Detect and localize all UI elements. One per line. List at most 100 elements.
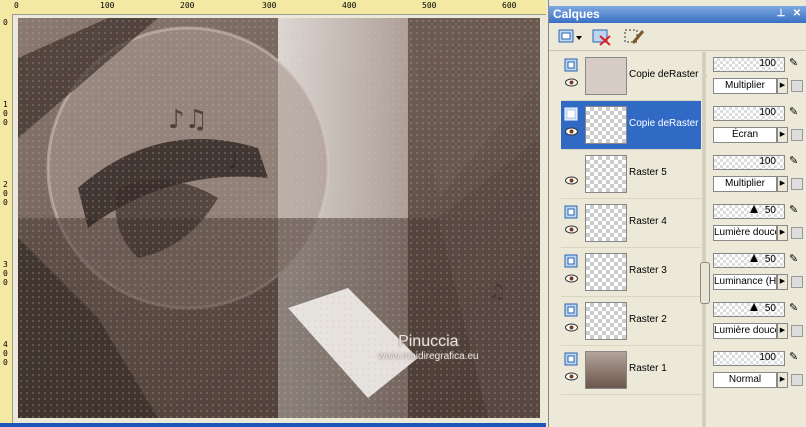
splitter-handle[interactable] [700, 262, 710, 304]
new-layer-button[interactable] [557, 27, 582, 47]
eye-icon[interactable] [565, 127, 578, 136]
ruler-left-label: 100 [3, 100, 8, 127]
pencil-icon[interactable]: ✎ [789, 56, 801, 72]
ruler-top-label: 200 [180, 1, 195, 10]
layer-props-row: 50 Luminance (H) ▶ ✎ [711, 248, 806, 296]
blend-mode-select[interactable]: Lumière douce [713, 225, 777, 241]
layer-name: Raster 5 [629, 167, 667, 178]
layer-name: Raster 2 [629, 314, 667, 325]
layer-thumbnail [585, 57, 627, 95]
layer-name: Raster 4 [629, 216, 667, 227]
blend-mode-select[interactable]: Luminance (H) [713, 274, 777, 290]
layer-thumbnail [585, 204, 627, 242]
opacity-slider[interactable]: 50 [713, 302, 785, 317]
layer-props-row: 100 Écran ▶ ✎ [711, 101, 806, 149]
watermark: Pinuccia www.maidiregrafica.eu [378, 333, 479, 362]
raster-layer-icon [564, 107, 578, 121]
panel-title-bar[interactable]: Calques ⊥ ✕ [549, 6, 806, 23]
opacity-slider[interactable]: 50 [713, 253, 785, 268]
pencil-icon[interactable]: ✎ [789, 154, 801, 170]
opacity-slider[interactable]: 100 [713, 351, 785, 366]
opacity-slider[interactable]: 100 [713, 106, 785, 121]
delete-layer-icon [592, 29, 611, 46]
blend-dropdown-arrow[interactable]: ▶ [777, 176, 788, 192]
pencil-icon[interactable]: ✎ [789, 105, 801, 121]
blend-dropdown-arrow[interactable]: ▶ [777, 78, 788, 94]
lock-icon[interactable] [791, 129, 803, 141]
layer-name: Raster 3 [629, 265, 667, 276]
layer-row-raster-4[interactable]: Raster 4 [561, 199, 701, 248]
eye-icon[interactable] [565, 78, 578, 87]
blend-mode-select[interactable]: Multiplier [713, 78, 777, 94]
eye-icon[interactable] [565, 372, 578, 381]
layer-row-raster-2[interactable]: Raster 2 [561, 297, 701, 346]
blend-dropdown-arrow[interactable]: ▶ [777, 127, 788, 143]
eye-icon[interactable] [565, 323, 578, 332]
pencil-icon[interactable]: ✎ [789, 301, 801, 317]
opacity-marker[interactable] [750, 205, 758, 213]
opacity-value: 100 [759, 156, 776, 167]
layer-props-row: 50 Lumière douce ▶ ✎ [711, 297, 806, 345]
opacity-slider[interactable]: 100 [713, 57, 785, 72]
raster-layer-icon [564, 303, 578, 317]
ruler-left: 0 100 200 300 400 [0, 14, 13, 427]
layer-row-raster-1[interactable]: Raster 1 [561, 346, 701, 395]
canvas-bottom-bar [0, 423, 546, 427]
eye-icon[interactable] [565, 225, 578, 234]
pin-icon[interactable]: ⊥ [775, 8, 787, 20]
ruler-top-label: 0 [14, 1, 19, 10]
raster-layer-icon [564, 352, 578, 366]
eye-icon[interactable] [565, 176, 578, 185]
svg-text:♫: ♫ [488, 279, 506, 303]
blend-mode-select[interactable]: Multiplier [713, 176, 777, 192]
blend-mode-select[interactable]: Lumière douce [713, 323, 777, 339]
lock-icon[interactable] [791, 276, 803, 288]
ruler-left-label: 400 [3, 340, 8, 367]
blend-dropdown-arrow[interactable]: ▶ [777, 274, 788, 290]
layer-row-copie-raster-5[interactable]: Copie deRaster 5 [561, 101, 707, 150]
layers-list[interactable]: Copie deRaster 1 Copie deRaster 5 Raster… [561, 52, 707, 427]
opacity-marker[interactable] [750, 254, 758, 262]
blend-mode-select[interactable]: Écran [713, 127, 777, 143]
ruler-top-label: 600 [502, 1, 517, 10]
ruler-top-label: 100 [100, 1, 115, 10]
artwork-image[interactable]: ♪♫ ♩ ♫ Pinuccia www.maidiregrafica.eu [18, 18, 540, 418]
ruler-top-label: 500 [422, 1, 437, 10]
lock-icon[interactable] [791, 227, 803, 239]
pencil-icon[interactable]: ✎ [789, 203, 801, 219]
opacity-marker[interactable] [750, 303, 758, 311]
edit-selection-button[interactable] [623, 27, 645, 47]
delete-layer-button[interactable] [591, 27, 613, 47]
panel-splitter[interactable] [702, 52, 706, 427]
new-layer-icon [558, 29, 582, 43]
blend-dropdown-arrow[interactable]: ▶ [777, 225, 788, 241]
selection-brush-icon [624, 29, 645, 44]
blend-mode-select[interactable]: Normal [713, 372, 777, 388]
layer-thumbnail [585, 253, 627, 291]
layer-thumbnail [585, 351, 627, 389]
lock-icon[interactable] [791, 80, 803, 92]
lock-icon[interactable] [791, 325, 803, 337]
svg-text:♩: ♩ [228, 149, 238, 174]
layer-props-row: 50 Lumière douce ▶ ✎ [711, 199, 806, 247]
blend-dropdown-arrow[interactable]: ▶ [777, 372, 788, 388]
opacity-value: 100 [759, 352, 776, 363]
ruler-left-label: 0 [3, 18, 8, 27]
ruler-top-label: 400 [342, 1, 357, 10]
eye-icon[interactable] [565, 274, 578, 283]
lock-icon[interactable] [791, 374, 803, 386]
layer-row-copie-raster-1[interactable]: Copie deRaster 1 [561, 52, 707, 101]
layer-row-raster-5[interactable]: Raster 5 [561, 150, 701, 199]
lock-icon[interactable] [791, 178, 803, 190]
layer-properties: 100 Multiplier ▶ ✎ 100 Écran ▶ ✎ 100 Mul… [711, 52, 806, 427]
close-icon[interactable]: ✕ [791, 8, 803, 20]
pencil-icon[interactable]: ✎ [789, 350, 801, 366]
canvas-area[interactable]: 0 100 200 300 400 500 600 0 100 200 300 … [0, 0, 546, 427]
opacity-slider[interactable]: 50 [713, 204, 785, 219]
blend-dropdown-arrow[interactable]: ▶ [777, 323, 788, 339]
layer-row-raster-3[interactable]: Raster 3 [561, 248, 701, 297]
opacity-slider[interactable]: 100 [713, 155, 785, 170]
pencil-icon[interactable]: ✎ [789, 252, 801, 268]
layer-thumbnail [585, 155, 627, 193]
layer-name: Raster 1 [629, 363, 667, 374]
